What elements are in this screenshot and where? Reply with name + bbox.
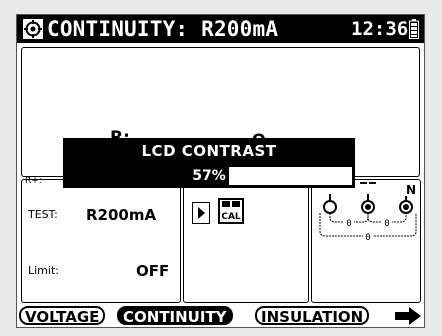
cal-label: CAL	[221, 212, 241, 222]
dialog-title: LCD CONTRAST	[63, 138, 355, 164]
tab-continuity[interactable]: CONTINUITY	[117, 306, 233, 326]
lcd-contrast-dialog: LCD CONTRAST 57%	[63, 138, 355, 199]
limit-label: Limit:	[28, 264, 59, 277]
title-bar: CONTINUITY: R200mA 12:36	[17, 15, 424, 43]
instrument-screen: CONTINUITY: R200mA 12:36 R: Ω R+: TEST: …	[16, 14, 425, 328]
mode-icon	[23, 19, 43, 39]
page-title: CONTINUITY: R200mA	[47, 17, 279, 41]
play-icon[interactable]	[192, 202, 210, 224]
reading-l1-n: 0	[365, 233, 370, 243]
arrow-right-icon[interactable]	[395, 307, 421, 325]
reading-l2-n: 0	[384, 219, 389, 229]
reading-l1-l2: 0	[346, 219, 351, 229]
test-label: TEST:	[28, 208, 58, 221]
contrast-slider[interactable]: 57%	[63, 164, 355, 188]
cal-icon[interactable]: CAL	[218, 198, 244, 224]
battery-icon	[409, 19, 419, 39]
clock: 12:36	[351, 18, 409, 40]
contrast-value: 57%	[192, 168, 226, 184]
test-value[interactable]: R200mA	[86, 206, 156, 224]
tab-voltage[interactable]: VOLTAGE	[19, 306, 106, 326]
limit-value[interactable]: OFF	[136, 262, 169, 280]
function-tabs: VOLTAGE CONTINUITY INSULATION	[17, 305, 424, 327]
terminal-n-label: N	[406, 183, 416, 197]
terminal-l1	[323, 200, 337, 214]
tab-insulation[interactable]: INSULATION	[255, 306, 370, 326]
